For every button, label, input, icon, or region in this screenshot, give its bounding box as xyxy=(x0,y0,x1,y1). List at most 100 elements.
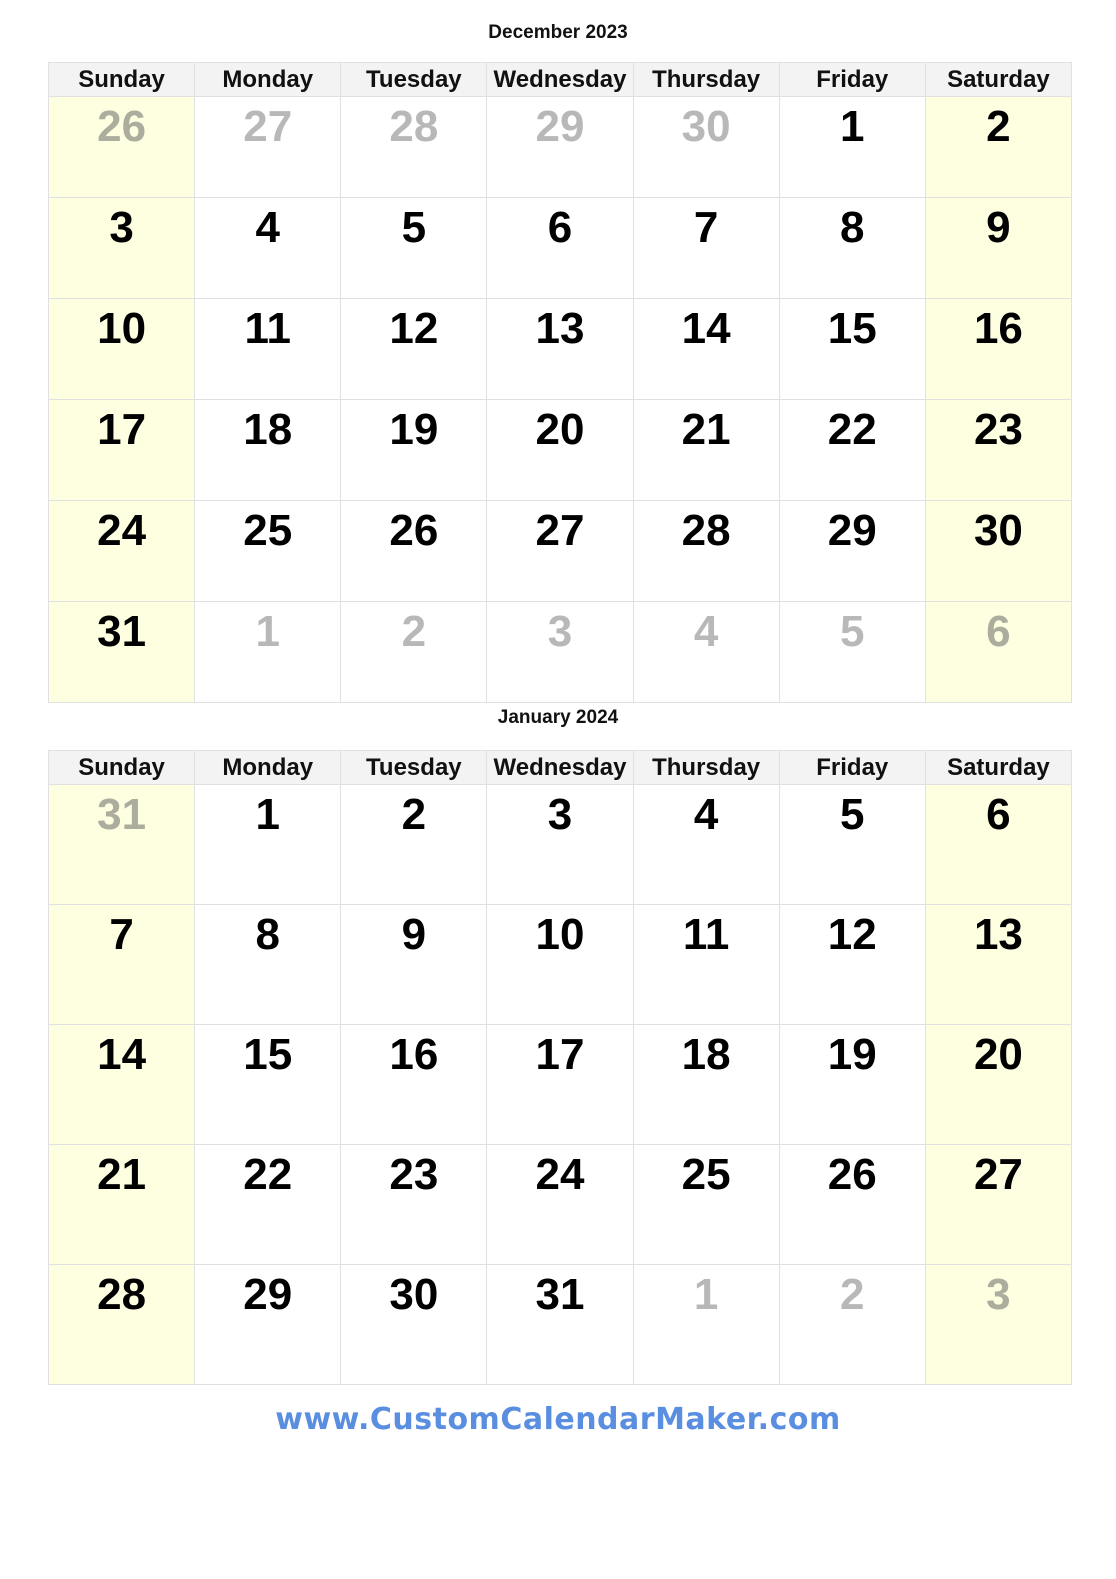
day-cell-other-month[interactable]: 26 xyxy=(47,96,196,198)
day-cell[interactable]: 7 xyxy=(632,197,780,299)
day-cell-other-month[interactable]: 5 xyxy=(778,601,926,703)
day-cell[interactable]: 25 xyxy=(194,500,342,602)
weekday-header-row: Sunday Monday Tuesday Wednesday Thursday Frid… xyxy=(47,62,1073,97)
day-cell-other-month[interactable]: 2 xyxy=(340,601,488,703)
day-cell[interactable]: 4 xyxy=(194,197,342,299)
day-cell[interactable]: 7 xyxy=(47,904,196,1025)
day-cell[interactable]: 24 xyxy=(486,1144,634,1265)
day-cell[interactable]: 29 xyxy=(194,1264,342,1385)
day-cell[interactable]: 17 xyxy=(47,399,196,501)
day-cell[interactable]: 6 xyxy=(486,197,634,299)
day-cell[interactable]: 2 xyxy=(340,784,488,905)
day-cell[interactable]: 30 xyxy=(924,500,1073,602)
day-number: 19 xyxy=(389,405,439,454)
day-cell[interactable]: 23 xyxy=(924,399,1073,501)
day-number: 22 xyxy=(827,405,877,454)
day-cell-other-month[interactable]: 31 xyxy=(47,784,196,905)
day-number: 27 xyxy=(243,102,293,151)
day-cell[interactable]: 31 xyxy=(47,601,196,703)
day-cell[interactable]: 31 xyxy=(486,1264,634,1385)
day-cell-other-month[interactable]: 4 xyxy=(632,601,780,703)
day-number: 31 xyxy=(97,607,147,656)
day-cell[interactable]: 22 xyxy=(778,399,926,501)
day-number: 30 xyxy=(973,506,1023,555)
day-number: 25 xyxy=(681,1150,731,1199)
day-cell[interactable]: 28 xyxy=(47,1264,196,1385)
day-cell[interactable]: 26 xyxy=(778,1144,926,1265)
day-cell[interactable]: 8 xyxy=(194,904,342,1025)
day-cell[interactable]: 19 xyxy=(340,399,488,501)
day-cell[interactable]: 12 xyxy=(340,298,488,400)
day-cell[interactable]: 10 xyxy=(486,904,634,1025)
day-cell[interactable]: 12 xyxy=(778,904,926,1025)
day-cell[interactable]: 9 xyxy=(924,197,1073,299)
day-number: 19 xyxy=(827,1030,877,1079)
day-cell[interactable]: 5 xyxy=(340,197,488,299)
day-cell[interactable]: 3 xyxy=(47,197,196,299)
day-cell[interactable]: 28 xyxy=(632,500,780,602)
day-number: 9 xyxy=(986,203,1011,252)
day-cell[interactable]: 10 xyxy=(47,298,196,400)
day-cell[interactable]: 21 xyxy=(47,1144,196,1265)
day-cell[interactable]: 13 xyxy=(486,298,634,400)
day-cell-other-month[interactable]: 27 xyxy=(194,96,342,198)
day-cell[interactable]: 15 xyxy=(778,298,926,400)
day-cell[interactable]: 5 xyxy=(778,784,926,905)
day-number: 29 xyxy=(827,506,877,555)
calendar-body: 26 27 28 29 30 1 2 3 4 5 6 7 8 9 10 11 12 13 14 15 16 17 18 19 2… xyxy=(47,96,1073,703)
day-cell[interactable]: 11 xyxy=(194,298,342,400)
day-number: 3 xyxy=(986,1270,1011,1319)
day-cell[interactable]: 8 xyxy=(778,197,926,299)
day-cell[interactable]: 1 xyxy=(778,96,926,198)
weekday-header-saturday: Saturday xyxy=(924,750,1073,785)
calendar-grid-january: Sunday Monday Tuesday Wednesday Thursday Frid… xyxy=(47,750,1073,1385)
day-cell[interactable]: 27 xyxy=(924,1144,1073,1265)
day-cell-other-month[interactable]: 28 xyxy=(340,96,488,198)
day-cell[interactable]: 19 xyxy=(778,1024,926,1145)
day-cell[interactable]: 17 xyxy=(486,1024,634,1145)
day-cell[interactable]: 20 xyxy=(486,399,634,501)
day-cell[interactable]: 3 xyxy=(486,784,634,905)
day-cell-other-month[interactable]: 30 xyxy=(632,96,780,198)
day-cell[interactable]: 14 xyxy=(47,1024,196,1145)
day-cell-other-month[interactable]: 3 xyxy=(924,1264,1073,1385)
day-number: 4 xyxy=(693,790,719,839)
footer-website-link[interactable]: www.CustomCalendarMaker.com xyxy=(0,1402,1116,1437)
day-cell-other-month[interactable]: 1 xyxy=(632,1264,780,1385)
day-cell[interactable]: 29 xyxy=(778,500,926,602)
day-cell[interactable]: 15 xyxy=(194,1024,342,1145)
day-cell-other-month[interactable]: 29 xyxy=(486,96,634,198)
day-cell[interactable]: 23 xyxy=(340,1144,488,1265)
day-cell[interactable]: 16 xyxy=(340,1024,488,1145)
day-cell[interactable]: 13 xyxy=(924,904,1073,1025)
weekday-header-saturday: Saturday xyxy=(924,62,1073,97)
day-cell-other-month[interactable]: 2 xyxy=(778,1264,926,1385)
day-number: 28 xyxy=(97,1270,147,1319)
day-cell[interactable]: 11 xyxy=(632,904,780,1025)
day-cell[interactable]: 22 xyxy=(194,1144,342,1265)
day-cell[interactable]: 14 xyxy=(632,298,780,400)
day-cell[interactable]: 16 xyxy=(924,298,1073,400)
day-number: 29 xyxy=(535,102,585,151)
day-cell[interactable]: 2 xyxy=(924,96,1073,198)
day-number: 17 xyxy=(535,1030,585,1079)
day-number: 31 xyxy=(97,790,147,839)
day-number: 7 xyxy=(109,910,134,959)
day-cell[interactable]: 26 xyxy=(340,500,488,602)
day-cell[interactable]: 4 xyxy=(632,784,780,905)
day-cell[interactable]: 24 xyxy=(47,500,196,602)
day-cell-other-month[interactable]: 1 xyxy=(194,601,342,703)
day-cell[interactable]: 18 xyxy=(194,399,342,501)
day-cell[interactable]: 9 xyxy=(340,904,488,1025)
day-cell-other-month[interactable]: 6 xyxy=(924,601,1073,703)
day-cell[interactable]: 18 xyxy=(632,1024,780,1145)
day-cell[interactable]: 30 xyxy=(340,1264,488,1385)
day-cell[interactable]: 25 xyxy=(632,1144,780,1265)
day-cell-other-month[interactable]: 3 xyxy=(486,601,634,703)
day-number: 31 xyxy=(535,1270,585,1319)
day-cell[interactable]: 1 xyxy=(194,784,342,905)
day-cell[interactable]: 20 xyxy=(924,1024,1073,1145)
day-cell[interactable]: 6 xyxy=(924,784,1073,905)
day-cell[interactable]: 21 xyxy=(632,399,780,501)
day-cell[interactable]: 27 xyxy=(486,500,634,602)
